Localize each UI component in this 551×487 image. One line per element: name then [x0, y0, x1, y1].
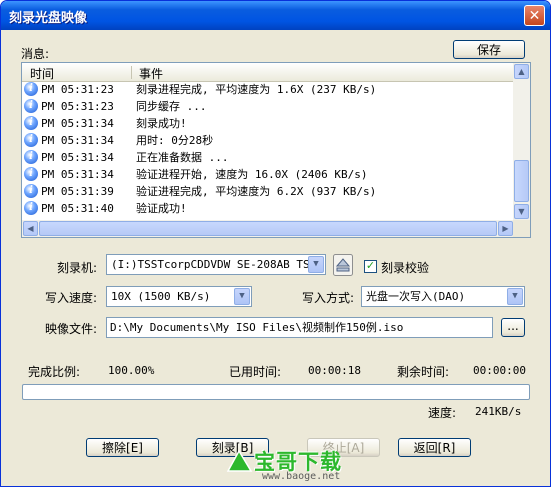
- write-speed-label: 写入速度:: [45, 291, 98, 305]
- info-icon: i: [24, 201, 38, 215]
- list-item[interactable]: i PM 05:31:34 验证进程开始, 速度为 16.0X (2406 KB/s…: [22, 166, 514, 183]
- back-button[interactable]: 返回[R]: [398, 438, 471, 457]
- save-button[interactable]: 保存: [453, 40, 525, 59]
- stop-button[interactable]: 终止[A]: [307, 438, 380, 457]
- remaining-value: 00:00:00: [473, 364, 526, 377]
- list-item[interactable]: i PM 05:31:23 刻录进程完成, 平均速度为 1.6X (237 KB/s…: [22, 81, 514, 98]
- scroll-down-button[interactable]: ▼: [514, 204, 529, 219]
- image-file-field[interactable]: D:\My Documents\My ISO Files\视频制作150例.is…: [106, 317, 493, 338]
- list-item[interactable]: i PM 05:31:34 正在准备数据 ...: [22, 149, 514, 166]
- vertical-scrollbar[interactable]: ▲ ▼: [513, 63, 530, 220]
- row-time: PM 05:31:34: [41, 151, 114, 164]
- row-event: 验证成功!: [136, 202, 187, 215]
- recorder-select[interactable]: (I:)TSSTcorpCDDVDW SE-208AB TS03 ▼: [106, 254, 326, 275]
- arrow-up-icon: ▲: [518, 67, 525, 76]
- row-time: PM 05:31:34: [41, 168, 114, 181]
- horizontal-scroll-thumb[interactable]: [39, 221, 497, 236]
- list-item[interactable]: i PM 05:31:34 刻录成功!: [22, 115, 514, 132]
- row-event: 刻录进程完成, 平均速度为 1.6X (237 KB/s): [136, 83, 377, 96]
- list-rows: i PM 05:31:23 刻录进程完成, 平均速度为 1.6X (237 KB/s…: [22, 81, 514, 217]
- row-time: PM 05:31:23: [41, 83, 114, 96]
- message-list[interactable]: 时间 事件 i PM 05:31:23 刻录进程完成, 平均速度为 1.6X (23…: [21, 62, 531, 238]
- row-event: 同步缓存 ...: [136, 100, 207, 113]
- watermark-url: www.baoge.net: [262, 471, 341, 482]
- column-header-event[interactable]: 事件: [139, 65, 163, 82]
- list-item[interactable]: i PM 05:31:34 用时: 0分28秒: [22, 132, 514, 149]
- elapsed-value: 00:00:18: [308, 364, 361, 377]
- erase-button[interactable]: 擦除[E]: [86, 438, 159, 457]
- row-event: 验证进程开始, 速度为 16.0X (2406 KB/s): [136, 168, 368, 181]
- info-icon: i: [24, 99, 38, 113]
- scroll-right-button[interactable]: ▶: [498, 221, 513, 236]
- arrow-right-icon: ▶: [502, 224, 509, 233]
- chevron-down-icon[interactable]: ▼: [308, 256, 324, 273]
- title-bar[interactable]: 刻录光盘映像 ✕: [1, 1, 550, 30]
- column-header-time[interactable]: 时间: [30, 65, 54, 82]
- row-event: 验证进程完成, 平均速度为 6.2X (937 KB/s): [136, 185, 377, 198]
- speed-value: 241KB/s: [475, 405, 522, 418]
- chevron-down-icon[interactable]: ▼: [507, 288, 523, 305]
- messages-label: 消息:: [21, 47, 50, 61]
- list-item[interactable]: i PM 05:31:39 验证进程完成, 平均速度为 6.2X (937 KB/s…: [22, 183, 514, 200]
- verify-checkbox[interactable]: ✓: [364, 260, 377, 273]
- row-time: PM 05:31:39: [41, 185, 114, 198]
- info-icon: i: [24, 82, 38, 96]
- info-icon: i: [24, 167, 38, 181]
- row-event: 用时: 0分28秒: [136, 134, 214, 147]
- close-button[interactable]: ✕: [524, 5, 545, 26]
- row-event: 刻录成功!: [136, 117, 187, 130]
- row-time: PM 05:31:34: [41, 134, 114, 147]
- write-speed-select[interactable]: 10X (1500 KB/s) ▼: [106, 286, 252, 307]
- scrollbar-corner: [513, 220, 530, 237]
- row-time: PM 05:31:23: [41, 100, 114, 113]
- info-icon: i: [24, 133, 38, 147]
- arrow-down-icon: ▼: [518, 207, 525, 216]
- list-header: 时间 事件: [22, 63, 514, 82]
- elapsed-label: 已用时间:: [229, 365, 282, 379]
- info-icon: i: [24, 184, 38, 198]
- progress-bar: [22, 384, 530, 400]
- row-event: 正在准备数据 ...: [136, 151, 229, 164]
- checkmark-icon: ✓: [365, 259, 376, 272]
- info-icon: i: [24, 150, 38, 164]
- eject-icon[interactable]: [333, 254, 353, 276]
- row-time: PM 05:31:34: [41, 117, 114, 130]
- info-icon: i: [24, 116, 38, 130]
- column-separator[interactable]: [131, 66, 132, 79]
- scroll-left-button[interactable]: ◀: [23, 221, 38, 236]
- scroll-up-button[interactable]: ▲: [514, 64, 529, 79]
- arrow-left-icon: ◀: [27, 224, 34, 233]
- write-speed-value: 10X (1500 KB/s): [111, 290, 211, 303]
- list-item[interactable]: i PM 05:31:23 同步缓存 ...: [22, 98, 514, 115]
- vertical-scroll-thumb[interactable]: [514, 160, 529, 202]
- list-item[interactable]: i PM 05:31:40 验证成功!: [22, 200, 514, 217]
- burn-button[interactable]: 刻录[B]: [196, 438, 269, 457]
- write-mode-value: 光盘一次写入(DAO): [366, 290, 466, 303]
- recorder-value: (I:)TSSTcorpCDDVDW SE-208AB TS03: [111, 258, 323, 271]
- recorder-label: 刻录机:: [57, 261, 98, 275]
- verify-label[interactable]: 刻录校验: [381, 259, 429, 276]
- speed-label: 速度:: [428, 406, 457, 420]
- row-time: PM 05:31:40: [41, 202, 114, 215]
- chevron-down-icon[interactable]: ▼: [234, 288, 250, 305]
- remaining-label: 剩余时间:: [397, 365, 450, 379]
- write-mode-select[interactable]: 光盘一次写入(DAO) ▼: [361, 286, 525, 307]
- window-title: 刻录光盘映像: [9, 11, 88, 26]
- completion-label: 完成比例:: [28, 365, 81, 379]
- image-file-label: 映像文件:: [45, 322, 98, 336]
- write-mode-label: 写入方式:: [302, 291, 355, 305]
- horizontal-scrollbar[interactable]: ◀ ▶: [22, 220, 514, 237]
- burn-image-dialog: 刻录光盘映像 ✕ 消息: 保存 时间 事件 i PM 05:31:23 刻录进程完成…: [0, 0, 551, 487]
- browse-button[interactable]: ...: [501, 318, 525, 337]
- close-icon: ✕: [528, 8, 541, 24]
- completion-value: 100.00%: [108, 364, 155, 377]
